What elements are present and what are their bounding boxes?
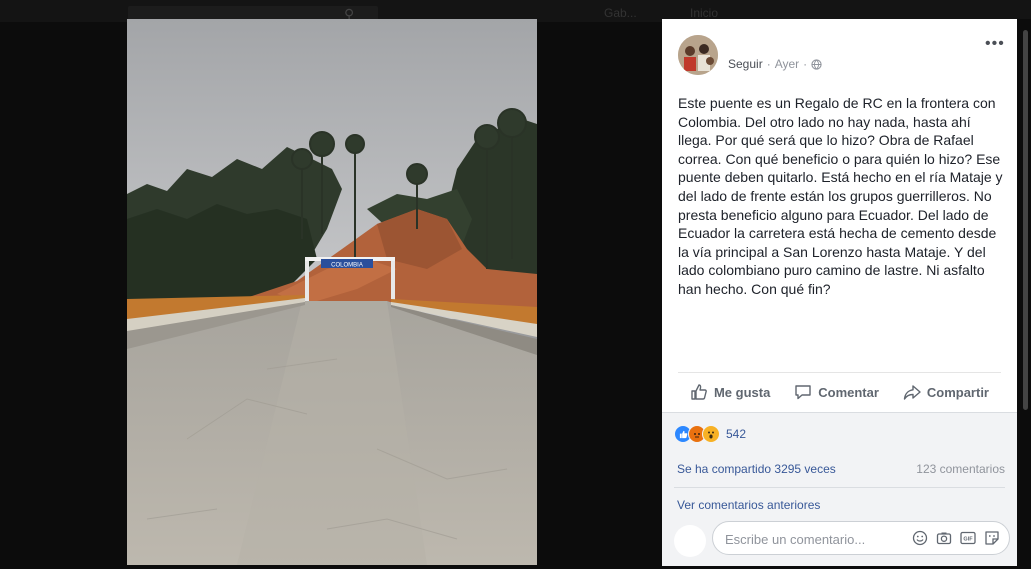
globe-icon	[811, 58, 822, 70]
meta-separator: ·	[803, 57, 808, 71]
post-panel: Seguir · Ayer · ••• Este puente es un Re…	[662, 19, 1017, 566]
post-photo[interactable]: COLOMBIA	[127, 19, 537, 565]
nav-item-profile[interactable]: Gab...	[604, 6, 637, 20]
post-actions: Me gusta Comentar Compartir	[678, 375, 1001, 409]
post-timestamp[interactable]: Ayer	[775, 57, 799, 71]
comments-section: 542 Se ha compartido 3295 veces 123 come…	[662, 412, 1017, 566]
share-arrow-icon	[903, 385, 921, 400]
avatar[interactable]	[678, 35, 718, 75]
comment-bubble-icon	[795, 385, 811, 400]
post-meta: Seguir · Ayer ·	[728, 57, 822, 71]
divider	[674, 487, 1005, 488]
comments-count[interactable]: 123 comentarios	[916, 462, 1005, 476]
border-sign-text: COLOMBIA	[331, 263, 363, 269]
divider	[678, 372, 1001, 373]
reaction-count[interactable]: 542	[726, 427, 746, 441]
scrollbar-thumb[interactable]	[1023, 30, 1028, 410]
camera-icon[interactable]	[935, 529, 953, 547]
wow-reaction-icon	[702, 425, 720, 443]
author-name[interactable]	[728, 33, 828, 47]
thumbs-up-icon	[691, 384, 707, 400]
post-text: Este puente es un Regalo de RC en la fro…	[678, 95, 1007, 297]
gif-icon[interactable]: GIF	[959, 529, 977, 547]
sticker-icon[interactable]	[983, 529, 1001, 547]
meta-separator: ·	[766, 57, 771, 71]
comment-button[interactable]: Comentar	[794, 383, 879, 401]
composer-icons: GIF	[911, 529, 1001, 547]
like-button[interactable]: Me gusta	[690, 383, 770, 401]
emoji-icon[interactable]	[911, 529, 929, 547]
share-button[interactable]: Compartir	[903, 383, 989, 401]
comment-input[interactable]	[723, 529, 907, 549]
more-options-icon[interactable]: •••	[985, 35, 1005, 53]
view-previous-comments-link[interactable]: Ver comentarios anteriores	[677, 498, 820, 512]
shares-count[interactable]: Se ha compartido 3295 veces	[677, 462, 836, 476]
follow-link[interactable]: Seguir	[728, 57, 763, 71]
comment-composer[interactable]: GIF	[712, 521, 1010, 555]
reactions-summary[interactable]: 542	[674, 425, 746, 443]
nav-item-home[interactable]: Inicio	[690, 6, 718, 20]
svg-text:GIF: GIF	[963, 537, 973, 543]
composer-avatar	[674, 525, 706, 557]
